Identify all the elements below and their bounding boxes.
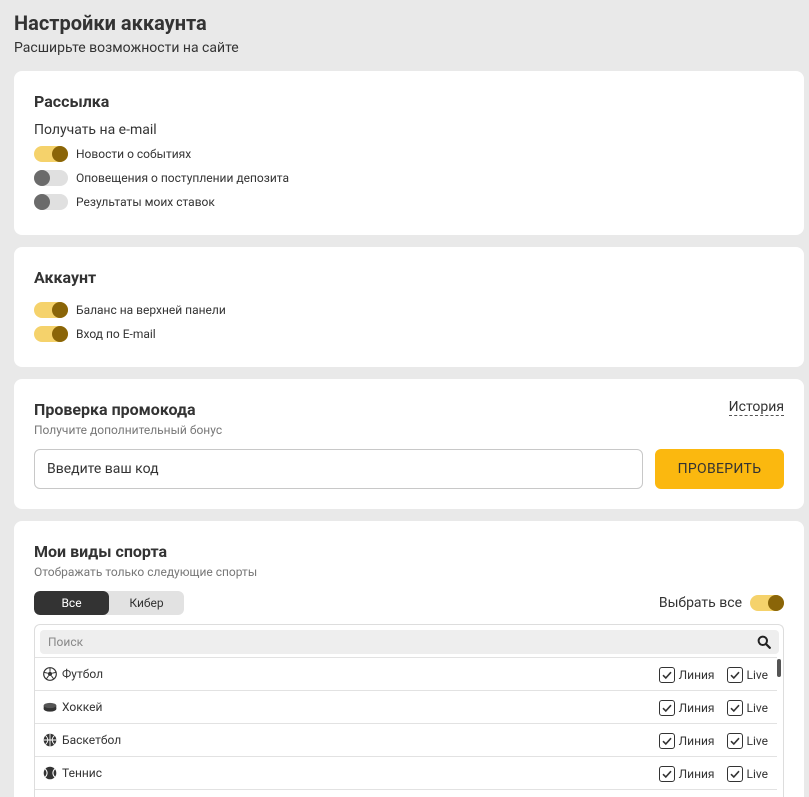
promo-subtitle: Получите дополнительный бонус [34, 423, 223, 437]
sports-search-input[interactable] [40, 630, 779, 654]
sports-filter-tabs: Все Кибер [34, 591, 184, 615]
tab-all[interactable]: Все [34, 591, 109, 615]
sports-search-bar [40, 630, 779, 654]
toggle-knob [34, 194, 50, 210]
toggle-switch[interactable] [34, 146, 68, 162]
live-checkbox[interactable] [726, 699, 743, 716]
line-label: Линия [678, 733, 715, 748]
live-label: Live [746, 766, 768, 781]
toggle-row-top-balance[interactable]: Баланс на верхней панели [34, 300, 226, 320]
line-checkbox-group[interactable]: Линия [658, 765, 715, 782]
live-checkbox[interactable] [726, 732, 743, 749]
toggle-label: Вход по E-mail [76, 327, 156, 341]
sport-row-hockey: Хоккей Линия Live [35, 690, 777, 723]
toggle-knob [34, 170, 50, 186]
live-checkbox-group[interactable]: Live [726, 765, 768, 782]
basketball-icon [43, 733, 57, 747]
select-all-label: Выбрать все [658, 595, 742, 611]
toggle-switch[interactable] [34, 302, 68, 318]
sport-checks: Линия Live [658, 757, 768, 790]
toggle-label: Новости о событиях [76, 147, 192, 161]
toggle-row-event-news[interactable]: Новости о событиях [34, 144, 191, 164]
soccer-ball-icon [43, 667, 57, 681]
live-checkbox-group[interactable]: Live [726, 666, 768, 683]
sport-name: Футбол [62, 667, 104, 681]
line-checkbox[interactable] [658, 666, 675, 683]
sports-card: Мои виды спорта Отображать только следую… [14, 521, 804, 797]
select-all-toggle[interactable] [750, 595, 784, 611]
check-icon [662, 704, 672, 712]
sport-checks: Линия Live [658, 724, 768, 757]
check-icon [729, 704, 740, 712]
toggle-switch[interactable] [34, 194, 68, 210]
newsletter-title: Рассылка [34, 92, 110, 111]
scroll-thumb[interactable] [777, 659, 781, 677]
sports-list-scrollbar[interactable] [775, 657, 783, 797]
line-checkbox[interactable] [658, 765, 675, 782]
promo-code-input[interactable] [34, 449, 643, 489]
toggle-row-deposit-alerts[interactable]: Оповещения о поступлении депозита [34, 168, 289, 188]
sport-name: Хоккей [62, 700, 103, 714]
sport-name: Теннис [62, 766, 102, 780]
sport-row-football: Футбол Линия Live [35, 657, 777, 690]
promo-card: Проверка промокода Получите дополнительн… [14, 379, 804, 509]
check-icon [729, 671, 740, 679]
line-checkbox-group[interactable]: Линия [658, 699, 715, 716]
toggle-knob [52, 326, 68, 342]
live-checkbox[interactable] [726, 765, 743, 782]
sport-row-basketball: Баскетбол Линия Live [35, 723, 777, 756]
line-checkbox-group[interactable]: Линия [658, 666, 715, 683]
sports-list: Футбол Линия Live Хоккей [34, 624, 784, 797]
check-icon [729, 770, 740, 778]
toggle-knob [768, 595, 784, 611]
line-label: Линия [678, 766, 715, 781]
toggle-knob [52, 302, 68, 318]
tennis-ball-icon [43, 766, 57, 780]
toggle-label: Результаты моих ставок [76, 195, 215, 209]
newsletter-card: Рассылка Получать на e-mail Новости о со… [14, 71, 804, 235]
history-link[interactable]: История [728, 399, 784, 416]
toggle-switch[interactable] [34, 170, 68, 186]
sport-checks: Линия Live [658, 658, 768, 691]
toggle-row-bet-results[interactable]: Результаты моих ставок [34, 192, 215, 212]
sport-name: Баскетбол [62, 733, 122, 747]
toggle-switch[interactable] [34, 326, 68, 342]
check-icon [729, 737, 740, 745]
check-promo-button[interactable]: ПРОВЕРИТЬ [655, 449, 784, 489]
line-label: Линия [678, 700, 715, 715]
line-label: Линия [678, 667, 715, 682]
live-label: Live [746, 667, 768, 682]
email-label: Получать на e-mail [34, 122, 157, 138]
line-checkbox-group[interactable]: Линия [658, 732, 715, 749]
toggle-label: Оповещения о поступлении депозита [76, 171, 289, 185]
check-icon [662, 671, 672, 679]
sport-row-partial [35, 789, 777, 797]
sport-checks: Линия Live [658, 691, 768, 724]
account-card: Аккаунт Баланс на верхней панели Вход по… [14, 247, 804, 367]
sports-title: Мои виды спорта [34, 542, 168, 561]
select-all-row[interactable]: Выбрать все [659, 593, 784, 613]
line-checkbox[interactable] [658, 699, 675, 716]
check-icon [662, 737, 672, 745]
tab-cyber[interactable]: Кибер [109, 591, 184, 615]
account-title: Аккаунт [34, 268, 97, 287]
promo-title: Проверка промокода [34, 400, 196, 419]
line-checkbox[interactable] [658, 732, 675, 749]
check-icon [662, 770, 672, 778]
live-checkbox-group[interactable]: Live [726, 732, 768, 749]
hockey-puck-icon [43, 702, 57, 712]
page-title: Настройки аккаунта [14, 11, 207, 35]
search-icon[interactable] [757, 635, 771, 649]
live-label: Live [746, 700, 768, 715]
toggle-label: Баланс на верхней панели [76, 303, 226, 317]
toggle-row-email-login[interactable]: Вход по E-mail [34, 324, 156, 344]
sports-subtitle: Отображать только следующие спорты [34, 565, 258, 579]
live-label: Live [746, 733, 768, 748]
page-subtitle: Расширьте возможности на сайте [14, 40, 239, 56]
live-checkbox-group[interactable]: Live [726, 699, 768, 716]
sport-row-tennis: Теннис Линия Live [35, 756, 777, 789]
live-checkbox[interactable] [726, 666, 743, 683]
toggle-knob [52, 146, 68, 162]
